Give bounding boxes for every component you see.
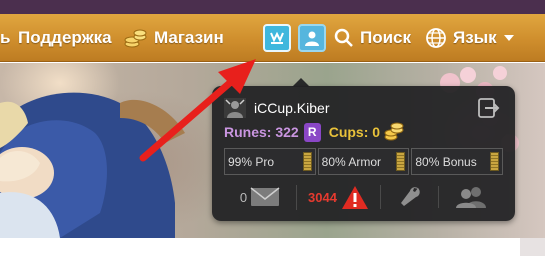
- bar-bonus-meter: [490, 152, 500, 171]
- top-strip: [0, 0, 545, 14]
- logout-button[interactable]: [478, 98, 500, 123]
- nav-support[interactable]: Поддержка: [18, 14, 112, 62]
- user-profile-icon: [305, 31, 319, 46]
- bar-bonus-label: 80% Bonus: [415, 154, 477, 169]
- nav-item-partial[interactable]: ь: [0, 14, 10, 62]
- nav-shop-label: Магазин: [154, 28, 224, 47]
- envelope-icon: [250, 187, 280, 206]
- nav-partial-label: ь: [0, 28, 11, 47]
- globe-icon: [426, 28, 446, 48]
- action-row: 0 3044: [224, 184, 503, 210]
- bar-armor-label: 80% Armor: [321, 154, 382, 169]
- bar-bonus: 80% Bonus: [411, 148, 504, 175]
- profile-button[interactable]: [298, 24, 326, 52]
- user-header: iCCup.Kiber: [224, 98, 329, 118]
- username[interactable]: iCCup.Kiber: [254, 100, 329, 116]
- cups-label: Cups: 0: [328, 124, 381, 140]
- coins-icon: [124, 29, 147, 48]
- user-popup-panel: iCCup.Kiber Runes: 322 R Cups: 0 99% Pro: [212, 86, 515, 221]
- wrench-icon: [400, 187, 420, 206]
- chevron-down-icon: [503, 35, 514, 41]
- bar-armor-meter: [396, 152, 406, 171]
- magnifier-icon: [334, 28, 353, 47]
- rank-button[interactable]: [263, 24, 291, 52]
- users-icon: [456, 187, 486, 208]
- scroll-edge: [520, 238, 545, 256]
- alerts-count: 3044: [308, 189, 337, 205]
- friends-button[interactable]: [438, 186, 503, 208]
- screen: ь Поддержка Магазин Поиск Язык iCCup.Kib…: [0, 0, 545, 256]
- rune-badge-icon: R: [303, 122, 321, 142]
- status-bars: 99% Pro 80% Armor 80% Bonus: [224, 148, 504, 175]
- nav-search[interactable]: Поиск: [334, 14, 411, 62]
- messages-count: 0: [239, 189, 248, 205]
- main-nav-bar: ь Поддержка Магазин Поиск Язык: [0, 14, 545, 62]
- bar-pro-label: 99% Pro: [228, 154, 275, 169]
- stats-row: Runes: 322 R Cups: 0: [224, 122, 404, 142]
- messages-button[interactable]: 0: [224, 187, 296, 207]
- content-area: [0, 238, 545, 256]
- nav-search-label: Поиск: [360, 28, 412, 47]
- coins-icon: [384, 122, 404, 141]
- bar-pro: 99% Pro: [224, 148, 316, 175]
- character-artwork: [0, 92, 185, 238]
- settings-button[interactable]: [380, 185, 438, 209]
- bar-armor: 80% Armor: [317, 148, 410, 175]
- nav-shop[interactable]: Магазин: [124, 14, 224, 62]
- alerts-button[interactable]: 3044: [296, 184, 380, 210]
- runes-label: Runes: 322: [224, 124, 299, 140]
- logout-icon: [478, 98, 500, 118]
- nav-support-label: Поддержка: [18, 28, 112, 47]
- bar-pro-meter: [302, 152, 312, 171]
- nav-language[interactable]: Язык: [425, 14, 515, 62]
- nav-language-label: Язык: [453, 28, 497, 47]
- avatar-icon: [224, 98, 246, 118]
- rank-emblem-icon: [270, 31, 284, 44]
- warning-icon: [341, 185, 368, 209]
